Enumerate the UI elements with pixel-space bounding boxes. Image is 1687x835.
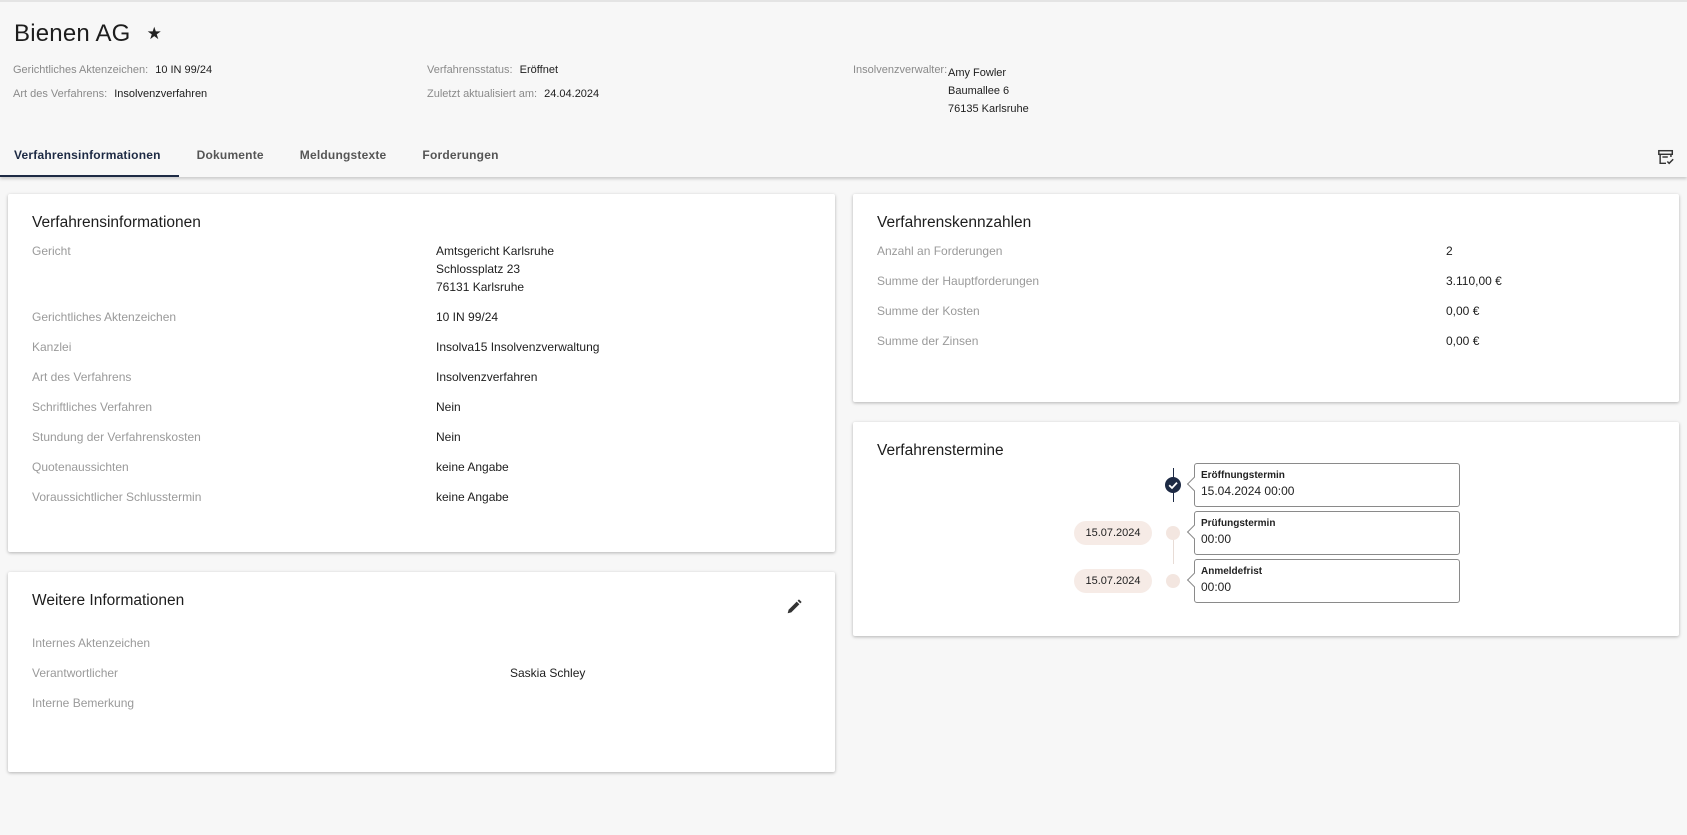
info-label-gericht: Gericht [32, 244, 71, 258]
kennzahl-value-zinsen: 0,00 € [1446, 334, 1480, 348]
info-value-kanzlei: Insolva15 Insolvenzverwaltung [436, 340, 600, 354]
event-date-pill: 15.07.2024 [1074, 521, 1152, 545]
kennzahl-value-haupt: 3.110,00 € [1446, 274, 1502, 288]
tab-bar: Verfahrensinformationen Dokumente Meldun… [0, 140, 517, 177]
tab-verfahrensinformationen[interactable]: Verfahrensinformationen [0, 140, 179, 177]
info-label-schlusstermin: Voraussichtlicher Schlusstermin [32, 490, 202, 504]
meta-verwalter-address: Amy Fowler Baumallee 6 76135 Karlsruhe [948, 64, 1029, 118]
info-label-stundung: Stundung der Verfahrenskosten [32, 430, 201, 444]
event-value: 00:00 [1201, 580, 1232, 594]
page-header: Bienen AG ★ Gerichtliches Aktenzeichen: … [0, 0, 1687, 177]
meta-updated: Zuletzt aktualisiert am: 24.04.2024 [427, 88, 600, 100]
event-label: Eröffnungstermin [1201, 470, 1285, 481]
info-label-art: Art des Verfahrens [32, 370, 132, 384]
meta-verwalter-label: Insolvenzverwalter: [853, 64, 948, 76]
info-card-title: Verfahrensinformationen [32, 214, 201, 231]
event-label: Anmeldefrist [1201, 566, 1263, 577]
info-card: Verfahrensinformationen Gericht Amtsgeri… [8, 194, 835, 552]
kennzahl-label-haupt: Summe der Hauptforderungen [877, 274, 1040, 288]
timeline-dot [1166, 526, 1180, 540]
kennzahlen-card-title: Verfahrenskennzahlen [877, 214, 1032, 231]
timeline-dot [1166, 574, 1180, 588]
info-value-stundung: Nein [436, 430, 461, 444]
weitere-label-verantwortlicher: Verantwortlicher [32, 666, 119, 680]
verwalter-name: Amy Fowler [948, 67, 1007, 79]
timeline-event-pruefung: Prüfungstermin 00:00 [1194, 511, 1460, 555]
info-label-kanzlei: Kanzlei [32, 340, 72, 354]
pencil-icon[interactable] [785, 598, 803, 616]
meta-aktenzeichen: Gerichtliches Aktenzeichen: 10 IN 99/24 [13, 64, 213, 76]
info-value-gericht: Amtsgericht Karlsruhe Schlossplatz 23 76… [436, 244, 555, 294]
info-value-aktenzeichen: 10 IN 99/24 [436, 310, 499, 324]
weitere-label-bemerkung: Interne Bemerkung [32, 696, 135, 710]
termine-card-title: Verfahrenstermine [877, 442, 1004, 459]
kennzahlen-card: Verfahrenskennzahlen Anzahl an Forderung… [853, 194, 1679, 402]
meta-status: Verfahrensstatus: Eröffnet [427, 64, 558, 76]
tab-meldungstexte[interactable]: Meldungstexte [282, 140, 405, 175]
event-date-pill: 15.07.2024 [1074, 569, 1152, 593]
tab-forderungen[interactable]: Forderungen [404, 140, 516, 175]
event-value: 00:00 [1201, 532, 1232, 546]
info-label-aktenzeichen: Gerichtliches Aktenzeichen [32, 310, 177, 324]
star-icon[interactable]: ★ [147, 24, 162, 44]
weitere-value-verantwortlicher: Saskia Schley [510, 666, 586, 680]
info-label-quote: Quotenaussichten [32, 460, 129, 474]
termine-card: Verfahrenstermine Eröffnungstermin 15.04… [853, 422, 1679, 636]
weitere-card: Weitere Informationen Internes Aktenzeic… [8, 572, 835, 772]
timeline-event-anmeldefrist: Anmeldefrist 00:00 [1194, 559, 1460, 603]
event-value: 15.04.2024 00:00 [1201, 484, 1295, 498]
title-row: Bienen AG ★ [14, 20, 162, 48]
info-value-art: Insolvenzverfahren [436, 370, 538, 384]
meta-art: Art des Verfahrens: Insolvenzverfahren [13, 88, 208, 100]
kennzahl-label-zinsen: Summe der Zinsen [877, 334, 979, 348]
check-circle-icon [1165, 477, 1181, 493]
kennzahl-value-kosten: 0,00 € [1446, 304, 1480, 318]
info-value-quote: keine Angabe [436, 460, 509, 474]
kennzahl-value-anzahl: 2 [1446, 244, 1453, 258]
archive-check-icon[interactable] [1657, 148, 1675, 166]
info-value-schlusstermin: keine Angabe [436, 490, 509, 504]
kennzahl-label-anzahl: Anzahl an Forderungen [877, 244, 1003, 258]
tab-dokumente[interactable]: Dokumente [179, 140, 282, 175]
info-label-schriftlich: Schriftliches Verfahren [32, 400, 153, 414]
timeline-event-eroeffnung: Eröffnungstermin 15.04.2024 00:00 [1194, 463, 1460, 507]
weitere-label-aktenzeichen: Internes Aktenzeichen [32, 636, 151, 650]
verwalter-city: 76135 Karlsruhe [948, 103, 1029, 115]
verwalter-street: Baumallee 6 [948, 85, 1010, 97]
kennzahl-label-kosten: Summe der Kosten [877, 304, 980, 318]
weitere-card-title: Weitere Informationen [32, 592, 185, 609]
event-label: Prüfungstermin [1201, 518, 1276, 529]
page-title: Bienen AG [14, 20, 131, 47]
info-value-schriftlich: Nein [436, 400, 461, 414]
